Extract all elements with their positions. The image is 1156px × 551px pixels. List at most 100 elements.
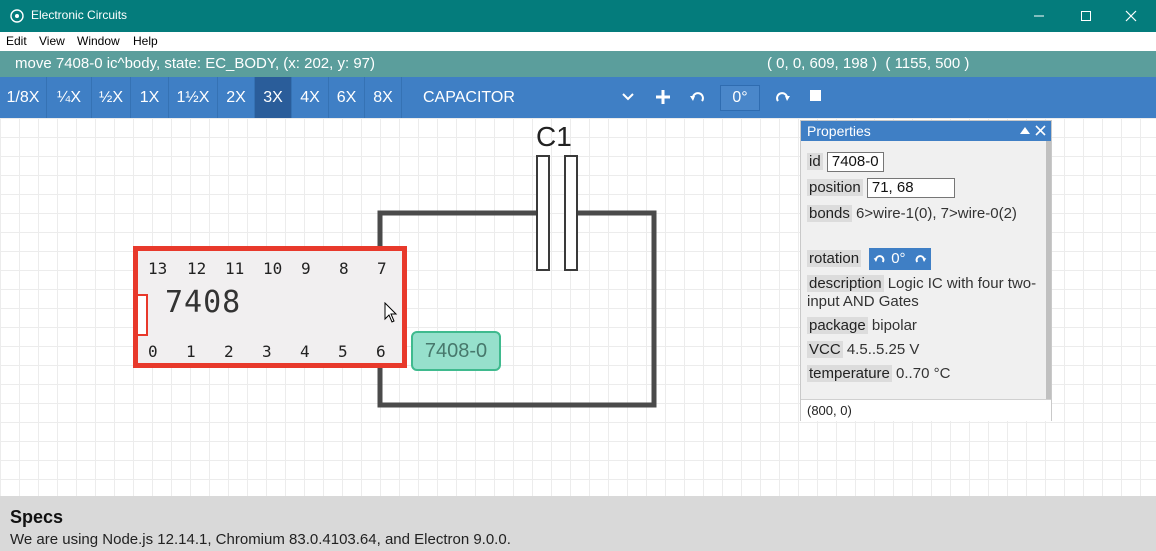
status-message: move 7408-0 ic^body, state: EC_BODY, (x:… xyxy=(15,55,375,72)
specs-heading: Specs xyxy=(10,507,64,527)
menu-window[interactable]: Window xyxy=(77,34,120,48)
menu-bar: Edit View Window Help xyxy=(0,32,1156,51)
prop-description: description Logic IC with four two-input… xyxy=(807,275,1043,311)
pin-label[interactable]: 4 xyxy=(300,342,310,361)
menu-edit[interactable]: Edit xyxy=(6,34,27,48)
properties-scrollbar[interactable] xyxy=(1046,141,1051,399)
panel-position-readout: (800, 0) xyxy=(807,403,852,418)
prop-temperature: temperature 0..70 °C xyxy=(807,365,950,383)
zoom-2x-button[interactable]: 2X xyxy=(218,77,255,118)
rotate-left-icon xyxy=(690,92,704,102)
capacitor-plate-left[interactable] xyxy=(536,155,550,271)
prop-position-input[interactable]: 71, 68 xyxy=(866,178,955,198)
zoom-1x-button[interactable]: 1X xyxy=(131,77,169,118)
prop-position: position 71, 68 xyxy=(807,178,955,198)
close-icon[interactable] xyxy=(1035,125,1046,136)
pin-label[interactable]: 0 xyxy=(148,342,158,361)
component-select[interactable]: CAPACITOR xyxy=(402,77,646,118)
zoom-3x-button[interactable]: 3X xyxy=(255,77,292,118)
zoom-half-button[interactable]: ½X xyxy=(92,77,131,118)
mouse-cursor-icon xyxy=(384,302,398,323)
prop-bonds: bonds 6>wire-1(0), 7>wire-0(2) xyxy=(807,205,1039,223)
rotate-right-icon[interactable] xyxy=(915,253,927,265)
chevron-down-icon xyxy=(622,93,634,101)
prop-vcc-label: VCC xyxy=(807,341,843,358)
collapse-icon[interactable] xyxy=(1020,126,1030,134)
status-bounds: ( 0, 0, 609, 198 ) ( 1155, 500 ) xyxy=(767,55,970,72)
menu-help[interactable]: Help xyxy=(133,34,158,48)
prop-description-label: description xyxy=(807,275,884,292)
pin-label[interactable]: 9 xyxy=(301,259,311,278)
add-button[interactable] xyxy=(647,77,677,118)
specs-section: Specs We are using Node.js 12.14.1, Chro… xyxy=(0,496,1156,551)
capacitor-plate-right[interactable] xyxy=(564,155,578,271)
prop-rotation: rotation 0° xyxy=(807,248,932,270)
rotation-angle-display: 0° xyxy=(720,85,760,111)
wire-right-loop[interactable] xyxy=(377,210,657,408)
chip-id-tag[interactable]: 7408-0 xyxy=(411,331,501,371)
prop-bonds-value: 6>wire-1(0), 7>wire-0(2) xyxy=(856,205,1017,222)
prop-vcc: VCC 4.5..5.25 V xyxy=(807,341,919,359)
properties-title: Properties xyxy=(807,123,871,139)
rotate-right-icon xyxy=(776,92,790,102)
rotate-left-icon[interactable] xyxy=(873,253,885,265)
prop-id: id 7408-0 xyxy=(807,152,884,172)
stop-icon xyxy=(810,90,821,101)
prop-rotation-label: rotation xyxy=(807,249,862,267)
pin-label[interactable]: 13 xyxy=(148,259,167,278)
zoom-quarter-button[interactable]: ¼X xyxy=(47,77,92,118)
prop-bonds-label: bonds xyxy=(807,205,852,222)
pin-label[interactable]: 1 xyxy=(186,342,196,361)
rotate-right-button[interactable] xyxy=(767,77,797,118)
prop-id-input[interactable]: 7408-0 xyxy=(826,152,884,172)
specs-text: We are using Node.js 12.14.1, Chromium 8… xyxy=(10,531,511,548)
component-select-value: CAPACITOR xyxy=(423,89,515,106)
close-button[interactable] xyxy=(1108,0,1154,32)
properties-footer: (800, 0) xyxy=(801,399,1051,421)
menu-view[interactable]: View xyxy=(39,34,65,48)
pin-label[interactable]: 11 xyxy=(225,259,244,278)
ic-7408-chip[interactable]: 13 12 11 10 9 8 7 7408 0 1 2 3 4 5 6 xyxy=(133,246,407,368)
status-bar: move 7408-0 ic^body, state: EC_BODY, (x:… xyxy=(0,51,1156,77)
minimize-button[interactable] xyxy=(1016,0,1062,32)
close-icon xyxy=(1125,10,1137,22)
zoom-1-8x-button[interactable]: 1/8X xyxy=(0,77,47,118)
prop-package: package bipolar xyxy=(807,317,917,335)
prop-temperature-value: 0..70 °C xyxy=(896,365,951,382)
properties-header: Properties xyxy=(801,121,1051,141)
title-bar: Electronic Circuits xyxy=(0,0,1156,32)
add-icon xyxy=(656,90,670,104)
pin-label[interactable]: 2 xyxy=(224,342,234,361)
pin-label[interactable]: 10 xyxy=(263,259,282,278)
zoom-6x-button[interactable]: 6X xyxy=(329,77,365,118)
zoom-4x-button[interactable]: 4X xyxy=(292,77,329,118)
chip-notch xyxy=(138,294,148,336)
toolbar: 1/8X ¼X ½X 1X 1½X 2X 3X 4X 6X 8X CAPACIT… xyxy=(0,77,1156,118)
pin-label[interactable]: 12 xyxy=(187,259,206,278)
atom-icon xyxy=(10,9,24,23)
rotate-left-button[interactable] xyxy=(681,77,711,118)
minimize-icon xyxy=(1034,15,1044,17)
rotation-value: 0° xyxy=(891,250,906,267)
maximize-icon xyxy=(1081,11,1091,21)
chip-name: 7408 xyxy=(165,285,242,320)
stop-button[interactable] xyxy=(801,77,831,118)
pin-label[interactable]: 6 xyxy=(376,342,386,361)
pin-label[interactable]: 7 xyxy=(377,259,387,278)
pin-label[interactable]: 3 xyxy=(262,342,272,361)
properties-panel: Properties id 7408-0 position 71, 68 bon… xyxy=(800,120,1052,421)
maximize-button[interactable] xyxy=(1063,0,1109,32)
window-title: Electronic Circuits xyxy=(31,8,128,22)
pin-label[interactable]: 8 xyxy=(339,259,349,278)
prop-package-value: bipolar xyxy=(871,317,917,334)
prop-position-label: position xyxy=(807,179,863,196)
prop-id-label: id xyxy=(807,153,823,170)
prop-temperature-label: temperature xyxy=(807,365,892,382)
rotation-control[interactable]: 0° xyxy=(869,248,932,270)
prop-package-label: package xyxy=(807,317,868,334)
prop-vcc-value: 4.5..5.25 V xyxy=(846,341,920,358)
pin-label[interactable]: 5 xyxy=(338,342,348,361)
zoom-1-5x-button[interactable]: 1½X xyxy=(169,77,218,118)
zoom-8x-button[interactable]: 8X xyxy=(365,77,402,118)
capacitor-label: C1 xyxy=(536,121,572,152)
